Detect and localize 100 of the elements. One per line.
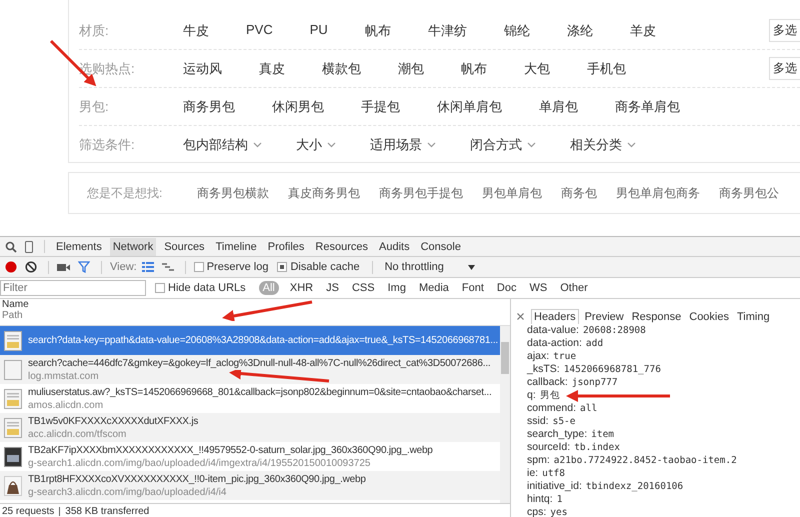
type-filter[interactable]: Other [558,281,590,295]
filter-option[interactable]: 牛津纺 [428,22,467,40]
param-value: 男包 [540,390,560,401]
filter-option[interactable]: 商务单肩包 [615,98,680,116]
status-text: 358 KB transferred [65,506,150,516]
status-text: 25 requests [2,506,54,516]
request-path: g-search3.alicdn.com/img/bao/uploaded/i4/i4 [28,486,226,498]
multi-select-button[interactable]: 多选 [769,19,800,42]
multi-select-button[interactable]: 多选 [769,57,800,80]
column-header[interactable]: Path [2,310,510,321]
record-icon[interactable] [5,261,17,273]
suggest-link[interactable]: 男包单肩包商务 [616,184,700,202]
filter-option[interactable]: 帆布 [364,22,391,40]
filter-dropdown[interactable]: 闭合方式 [470,136,536,154]
type-filter[interactable]: JS [324,281,341,295]
filter-option[interactable]: 牛皮 [183,22,209,40]
script-file-icon [4,388,22,408]
scrollbar[interactable] [500,326,510,503]
detail-tab[interactable]: Timing [735,310,772,324]
request-name: muliuserstatus.aw?_ksTS=1452066969668_801&callback=jsonp802&beginnum=0&site=cntaobao&charset... [28,386,492,398]
param-value: all [580,403,598,414]
suggest-link[interactable]: 商务男包公 [719,184,779,202]
request-row[interactable]: TB1w5v0KFXXXXcXXXXXdutXFXXX.js acc.alicdn.com/tfscom [0,413,500,442]
script-file-icon [4,418,22,438]
filter-option[interactable]: 锦纶 [504,22,530,40]
filter-option[interactable]: PVC [246,22,273,40]
detail-tab[interactable]: Preview [582,310,626,324]
request-name: search?cache=446dfc7&gmkey=&gokey=lf_aclog%3Dnull-null-48-all%7C-null%26direct_cat%3D50072686... [28,356,490,370]
chevron-down-icon [253,142,262,148]
filter-option[interactable]: 真皮 [259,60,285,78]
caret-icon [468,264,475,270]
devtools-tab[interactable]: Audits [376,238,413,256]
request-row[interactable]: search?cache=446dfc7&gmkey=&gokey=lf_aclog%3Dnull-null-48-all%7C-null%26direct_cat%3D50072686... log.mmstat.com [0,355,500,384]
camera-icon [57,262,70,272]
devtools-tab[interactable]: Network [110,238,156,256]
devtools-tab[interactable]: Profiles [264,238,308,256]
bag-thumbnail-icon [4,476,22,496]
filter-option[interactable]: 单肩包 [539,98,578,116]
devtools-tab[interactable]: Console [418,238,464,256]
filter-option[interactable]: 手机包 [587,60,626,78]
request-row[interactable]: TB1rpt8HFXXXXcoXVXXXXXXXXXX_!!0-item_pic.jpg_360x360Q90.jpg_.webp g-search3.alicdn.com/img/bao/uploaded/i4/i4 [0,471,500,500]
suggest-link[interactable]: 商务包 [561,184,597,202]
suggest-link[interactable]: 商务男包手提包 [379,184,463,202]
filter-label: 筛选条件: [79,136,136,154]
detail-tab[interactable]: Response [630,310,684,324]
type-filter[interactable]: WS [527,281,550,295]
filter-option[interactable]: 手提包 [361,98,400,116]
request-name: TB2aKF7ipXXXXbmXXXXXXXXXXXX_!!49579552-0-saturn_solar.jpg_360x360Q90.jpg_.webp [28,444,433,456]
filter-dropdown[interactable]: 适用场景 [370,136,436,154]
chevron-down-icon [427,142,436,148]
filter-option[interactable]: 商务男包 [183,98,235,116]
checkbox-option[interactable]: Preserve log [194,261,268,273]
chevron-down-icon [527,142,536,148]
throttling-dropdown[interactable]: No throttling [380,261,475,273]
filter-option[interactable]: 潮包 [398,60,424,78]
request-row[interactable]: muliuserstatus.aw?_ksTS=1452066969668_801&callback=jsonp802&beginnum=0&site=cntaobao&charset... amos.alicdn.com [0,384,500,413]
type-filter[interactable]: CSS [350,281,377,295]
checkbox-option[interactable]: Disable cache [277,261,360,273]
column-header[interactable]: Name [2,299,510,310]
devtools-tab[interactable]: Timeline [212,238,260,256]
param-value: item [591,429,614,440]
filter-icon [78,261,90,273]
request-row[interactable]: TB2aKF7ipXXXXbmXXXXXXXXXXXX_!!49579552-0-saturn_solar.jpg_360x360Q90.jpg_.webp g-search1.alicdn.com/img/bao/uploaded/i4/imgextra/i4/195520150010093725 [0,442,500,471]
param-key: spm: [527,454,550,466]
detail-tab[interactable]: Headers [531,309,579,324]
filter-option[interactable]: 涤纶 [566,22,593,40]
scrollbar-thumb[interactable] [501,342,509,374]
filter-dropdown[interactable]: 相关分类 [570,136,636,154]
type-filter[interactable]: Font [460,281,486,295]
suggest-link[interactable]: 商务男包横款 [197,184,269,202]
type-filter[interactable]: Img [386,281,408,295]
filter-option[interactable]: PU [310,22,328,40]
param-key: data-value: [527,324,579,336]
clear-icon [25,261,37,273]
type-filter[interactable]: Doc [494,281,518,295]
suggest-link[interactable]: 男包单肩包 [482,184,542,202]
filter-option[interactable]: 帆布 [461,60,487,78]
filter-dropdown[interactable]: 包内部结构 [183,136,262,154]
suggest-link[interactable]: 真皮商务男包 [288,184,360,202]
param-value: tbindexz_20160106 [586,481,684,492]
filter-input[interactable]: Filter [0,280,146,296]
filter-option[interactable]: 横款包 [322,60,361,78]
filter-option[interactable]: 运动风 [183,60,222,78]
filter-option[interactable]: 休闲单肩包 [437,98,502,116]
devtools-tab[interactable]: Elements [53,238,105,256]
filter-option[interactable]: 羊皮 [630,22,656,40]
filter-dropdown[interactable]: 大小 [296,136,336,154]
devtools-tab[interactable]: Resources [312,238,371,256]
param-key: ie: [527,467,538,479]
type-filter[interactable]: XHR [288,281,316,295]
detail-tab[interactable]: Cookies [687,310,731,324]
devtools-tab[interactable]: Sources [161,238,208,256]
request-path: amos.alicdn.com [28,398,104,412]
filter-option[interactable]: 休闲男包 [272,98,324,116]
type-filter[interactable]: Media [416,281,451,295]
filter-option[interactable]: 大包 [524,60,550,78]
request-name: TB1w5v0KFXXXXcXXXXXdutXFXXX.js [28,414,198,428]
blank-file-icon [4,360,22,380]
checkbox-option[interactable]: Hide data URLs [155,282,246,294]
request-row[interactable]: search?data-key=ppath&data-value=20608%3A28908&data-action=add&ajax=true&_ksTS=1452066968781... [0,326,500,355]
